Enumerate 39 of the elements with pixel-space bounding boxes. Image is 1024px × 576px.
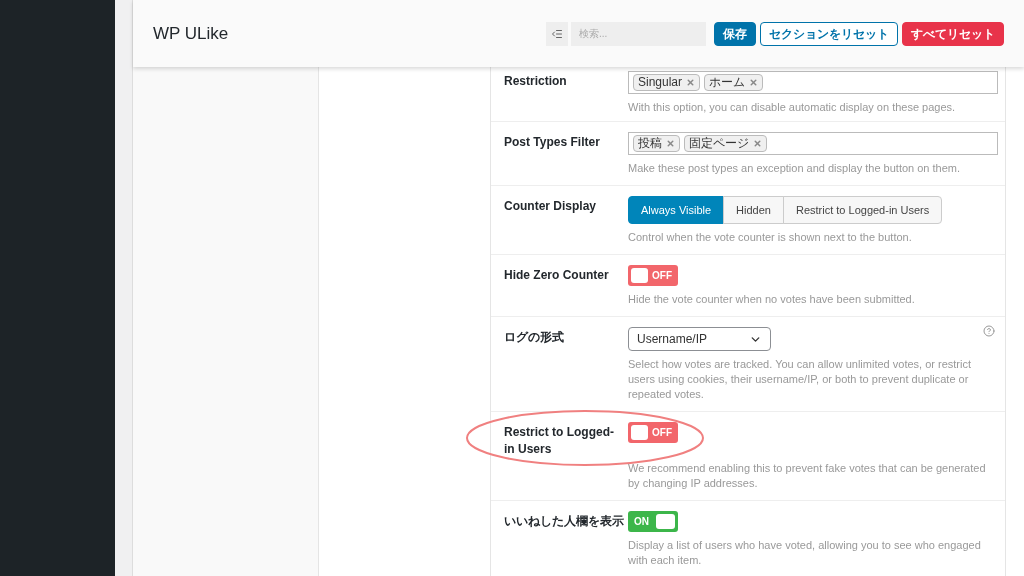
header-button[interactable]: すべてリセット [902, 21, 1004, 46]
collapse-button[interactable] [546, 21, 568, 46]
remove-icon[interactable] [666, 139, 675, 148]
help-icon[interactable] [983, 325, 995, 337]
tag-chip[interactable]: 固定ページ [684, 135, 767, 152]
tag-chip[interactable]: Singular [633, 74, 701, 91]
toggle-knob [631, 268, 648, 283]
remove-icon[interactable] [753, 139, 762, 148]
field-description: Select how votes are tracked. You can allow unlimited votes, or restrict users using cookies, their username/IP, or both to prevent duplicate or repeated votes. [628, 357, 972, 402]
select-field[interactable]: Username/IP [628, 327, 771, 351]
header-button[interactable]: セクションをリセット [760, 21, 898, 46]
toggle-knob [656, 514, 675, 529]
segment-option[interactable]: Restrict to Logged-in Users [782, 196, 943, 224]
field-label: Post Types Filter [504, 134, 601, 151]
toggle-knob [631, 425, 648, 440]
field-label: Hide Zero Counter [504, 267, 610, 284]
field-label: Restriction [504, 73, 568, 90]
field-label: ログの形式 [504, 329, 565, 346]
field-description: With this option, you can disable automatic display on these pages. [628, 100, 957, 115]
collapse-icon [551, 27, 563, 40]
remove-icon[interactable] [749, 78, 759, 87]
segment-option[interactable]: Hidden [723, 196, 784, 224]
tag-chip[interactable]: ホーム [704, 74, 764, 91]
field-label: いいねした人欄を表示 [504, 513, 625, 530]
search-field[interactable]: 検索... [571, 21, 706, 46]
plugin-title: WP ULike [153, 22, 229, 45]
field-description: Display a list of users who have voted, allowing you to see who engaged with each item. [628, 538, 982, 568]
segment-option[interactable]: Always Visible [628, 196, 725, 224]
field-description: Hide the vote counter when no votes have been submitted. [628, 292, 916, 307]
header-button[interactable]: 保存 [714, 21, 756, 46]
field-label: Counter Display [504, 198, 597, 215]
tags-field[interactable]: Singular ホーム [628, 71, 998, 94]
field-label: Restrict to Logged-in Users [504, 424, 615, 458]
field-description: Control when the vote counter is shown next to the button. [628, 230, 913, 245]
tag-chip[interactable]: 投稿 [633, 135, 680, 152]
remove-icon[interactable] [686, 78, 696, 87]
tags-field[interactable]: 投稿 固定ページ [628, 132, 998, 155]
field-description: We recommend enabling this to prevent fake votes that can be generated by changing IP addresses. [628, 461, 987, 491]
field-description: Make these post types an exception and display the button on them. [628, 161, 962, 176]
